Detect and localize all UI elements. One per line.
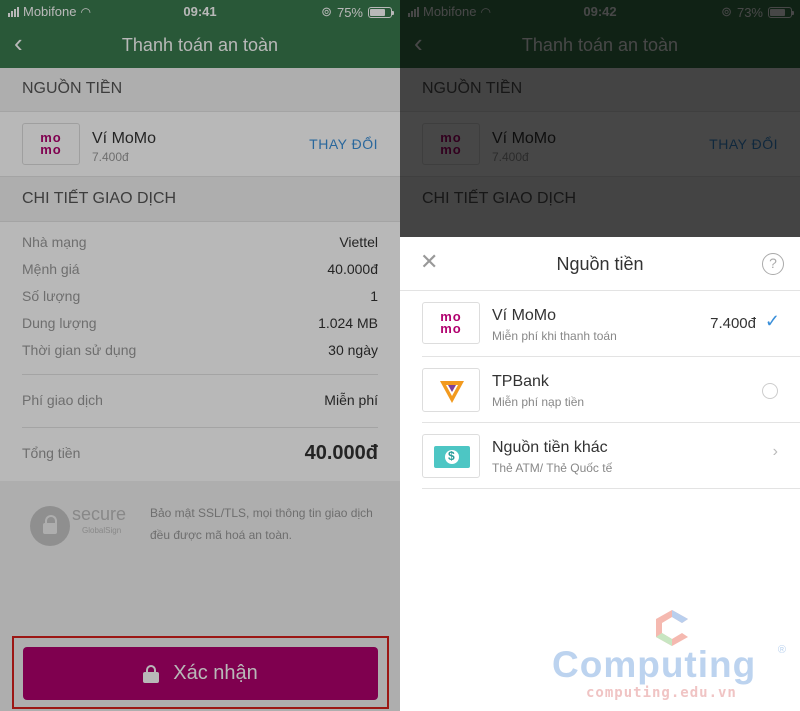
option-subtitle: Miễn phí khi thanh toán: [492, 329, 617, 343]
option-balance: 7.400đ: [710, 315, 756, 332]
payment-source: mo mo Ví MoMo 7.400đ THAY ĐỔI: [400, 111, 800, 177]
confirm-button[interactable]: Xác nhận: [23, 647, 378, 700]
chevron-right-icon: ›: [772, 443, 778, 460]
status-bar: Mobifone ◠ 09:42 ⊚ 73%: [400, 0, 800, 22]
security-text: Bảo mật SSL/TLS, mọi thông tin giao dịch…: [150, 506, 373, 542]
source-name: Ví MoMo: [492, 130, 557, 147]
momo-logo: mo mo: [422, 302, 480, 344]
change-source-link: THAY ĐỔI: [709, 136, 778, 152]
battery-percent: 75%: [336, 4, 363, 20]
radio-icon[interactable]: [762, 383, 778, 399]
detail-value: 1.024 MB: [318, 315, 378, 331]
change-source-link[interactable]: THAY ĐỔI: [309, 136, 378, 152]
detail-row: Nhà mạng Viettel: [22, 234, 378, 254]
option-subtitle: Miễn phí nạp tiền: [492, 395, 585, 409]
secure-badge-sub: GlobalSign: [82, 526, 122, 535]
page-title: Thanh toán an toàn: [121, 35, 279, 55]
total-value: 40.000đ: [304, 442, 378, 464]
fee-row: Phí giao dịch Miễn phí: [22, 392, 378, 412]
detail-row: Mệnh giá 40.000đ: [22, 261, 378, 281]
rotation-lock-icon: ⊚: [721, 4, 732, 19]
source-option-other[interactable]: Nguồn tiền khác Thẻ ATM/ Thẻ Quốc tế ›: [400, 423, 800, 489]
source-section-title: NGUỒN TIỀN: [0, 68, 400, 110]
detail-value: 30 ngày: [328, 342, 378, 358]
momo-logo: mo mo: [422, 123, 480, 165]
option-name: Ví MoMo: [492, 307, 557, 324]
confirm-label: Xác nhận: [173, 662, 258, 684]
option-subtitle: Thẻ ATM/ Thẻ Quốc tế: [492, 461, 613, 475]
sheet-title: Nguồn tiền: [556, 254, 644, 274]
computing-logo-icon: [656, 610, 688, 646]
confirm-highlight: Xác nhận: [12, 636, 389, 709]
detail-label: Mệnh giá: [22, 261, 80, 277]
tpbank-mark-icon: [440, 381, 464, 403]
battery-icon: [368, 6, 394, 18]
divider: [22, 374, 378, 375]
status-bar: Mobifone ◠ 09:41 ⊚ 75%: [0, 0, 400, 22]
divider: [22, 427, 378, 428]
watermark-word: Computing: [552, 644, 757, 685]
tpbank-logo: [422, 368, 480, 412]
detail-value: Viettel: [339, 234, 378, 250]
lock-icon: [30, 506, 70, 546]
details-section-title: CHI TIẾT GIAO DỊCH: [400, 178, 800, 220]
payment-screen: Mobifone ◠ 09:41 ⊚ 75% ‹ Thanh toán an t…: [0, 0, 400, 711]
detail-row: Dung lượng 1.024 MB: [22, 315, 378, 335]
checkmark-icon: ✓: [764, 311, 780, 331]
rotation-lock-icon: ⊚: [321, 4, 332, 19]
security-note: secure GlobalSign Bảo mật SSL/TLS, mọi t…: [30, 502, 380, 546]
detail-row: Thời gian sử dụng 30 ngày: [22, 342, 378, 362]
source-option-tpbank[interactable]: TPBank Miễn phí nạp tiền: [400, 357, 800, 423]
source-balance: 7.400đ: [492, 150, 529, 164]
battery-info: ⊚ 75%: [321, 4, 394, 20]
lock-icon: [143, 664, 160, 683]
source-name: Ví MoMo: [92, 130, 157, 147]
total-row: Tổng tiền 40.000đ: [22, 442, 378, 465]
transaction-details: Nhà mạng Viettel Mệnh giá 40.000đ Số lượ…: [0, 221, 400, 481]
source-picker-screen: Mobifone ◠ 09:42 ⊚ 73% ‹ Thanh toán an t…: [400, 0, 800, 711]
nav-bar: ‹ Thanh toán an toàn: [400, 22, 800, 68]
total-label: Tổng tiền: [22, 445, 81, 461]
option-name: TPBank: [492, 373, 549, 390]
source-option-momo[interactable]: mo mo Ví MoMo Miễn phí khi thanh toán 7.4…: [400, 291, 800, 357]
fee-label: Phí giao dịch: [22, 392, 103, 408]
detail-label: Thời gian sử dụng: [22, 342, 137, 358]
detail-value: 1: [370, 288, 378, 304]
battery-percent: 73%: [736, 4, 763, 20]
page-title: Thanh toán an toàn: [521, 35, 679, 55]
cash-logo: [422, 434, 480, 478]
source-section-title: NGUỒN TIỀN: [400, 68, 800, 110]
detail-row: Số lượng 1: [22, 288, 378, 308]
computing-watermark: Computing ® computing.edu.vn: [552, 608, 792, 704]
nav-bar: ‹ Thanh toán an toàn: [0, 22, 400, 68]
banknote-icon: [434, 446, 470, 468]
detail-label: Nhà mạng: [22, 234, 87, 250]
detail-label: Dung lượng: [22, 315, 97, 331]
battery-icon: [768, 6, 794, 18]
secure-badge-text: secure: [72, 504, 127, 524]
momo-logo: mo mo: [22, 123, 80, 165]
detail-value: 40.000đ: [327, 261, 378, 277]
registered-mark: ®: [777, 644, 786, 656]
detail-label: Số lượng: [22, 288, 81, 304]
details-section-title: CHI TIẾT GIAO DỊCH: [0, 178, 400, 220]
divider: [422, 488, 800, 489]
watermark-url: computing.edu.vn: [586, 685, 737, 701]
payment-source: mo mo Ví MoMo 7.400đ THAY ĐỔI: [0, 111, 400, 177]
option-name: Nguồn tiền khác: [492, 439, 608, 456]
battery-info: ⊚ 73%: [721, 4, 794, 20]
fee-value: Miễn phí: [324, 392, 378, 408]
sheet-header: ✕ Nguồn tiền ?: [400, 237, 800, 291]
help-icon[interactable]: ?: [762, 253, 784, 275]
source-balance: 7.400đ: [92, 150, 129, 164]
